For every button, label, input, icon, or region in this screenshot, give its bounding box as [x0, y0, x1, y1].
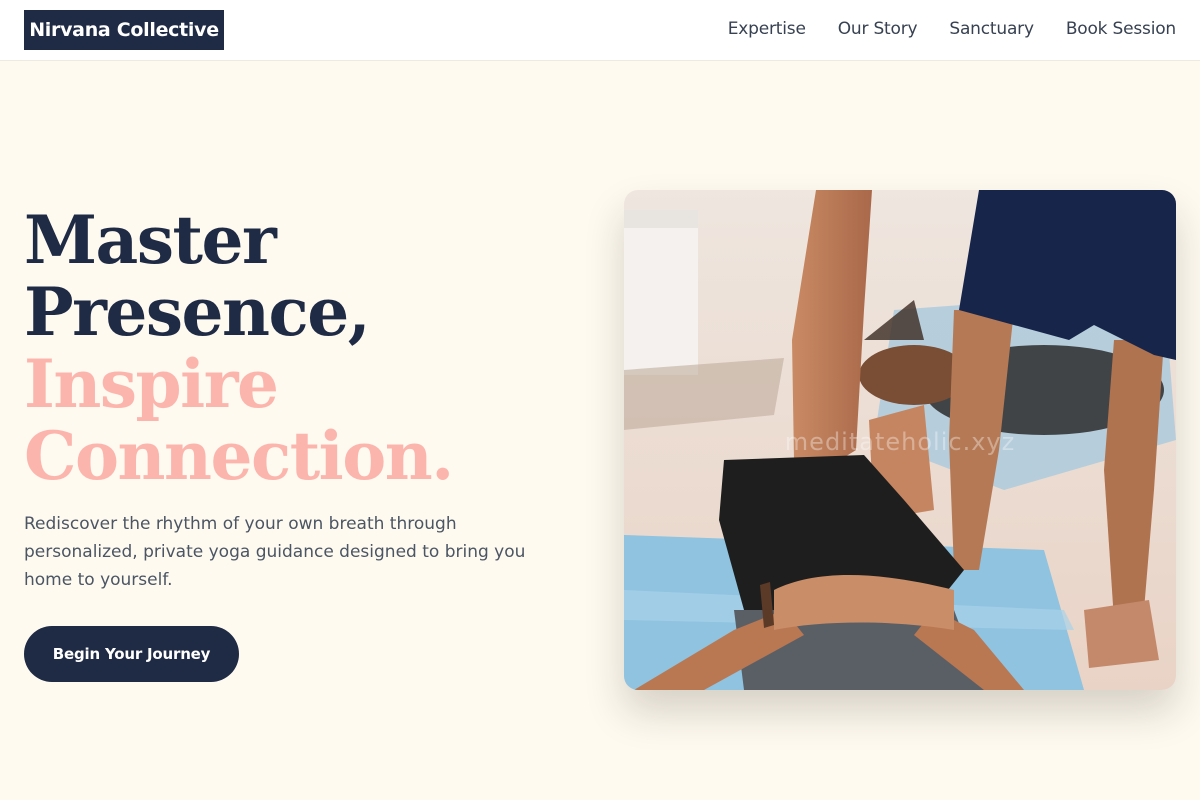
- image-watermark: meditateholic.xyz: [784, 428, 1016, 456]
- hero-accent-line-2: Connection.: [24, 417, 454, 495]
- brand-logo[interactable]: Nirvana Collective: [24, 10, 224, 50]
- nav-link-our-story[interactable]: Our Story: [838, 18, 918, 40]
- top-nav-bar: Nirvana Collective Expertise Our Story S…: [0, 0, 1200, 61]
- hero-title-line-1: Master: [24, 201, 277, 279]
- nav-link-sanctuary[interactable]: Sanctuary: [949, 18, 1034, 40]
- hero-description: Rediscover the rhythm of your own breath…: [24, 514, 526, 590]
- hero-title-line-2: Presence,: [24, 273, 371, 351]
- nav-link-book-session[interactable]: Book Session: [1066, 18, 1176, 40]
- nav-link-expertise[interactable]: Expertise: [728, 18, 806, 40]
- begin-journey-button[interactable]: Begin Your Journey: [24, 626, 239, 682]
- main-nav: Expertise Our Story Sanctuary Book Sessi…: [728, 18, 1176, 40]
- hero-title: Master Presence, Inspire Connection.: [24, 204, 584, 492]
- hero-accent-line-1: Inspire: [24, 345, 279, 423]
- hero-image: meditateholic.xyz: [624, 190, 1176, 690]
